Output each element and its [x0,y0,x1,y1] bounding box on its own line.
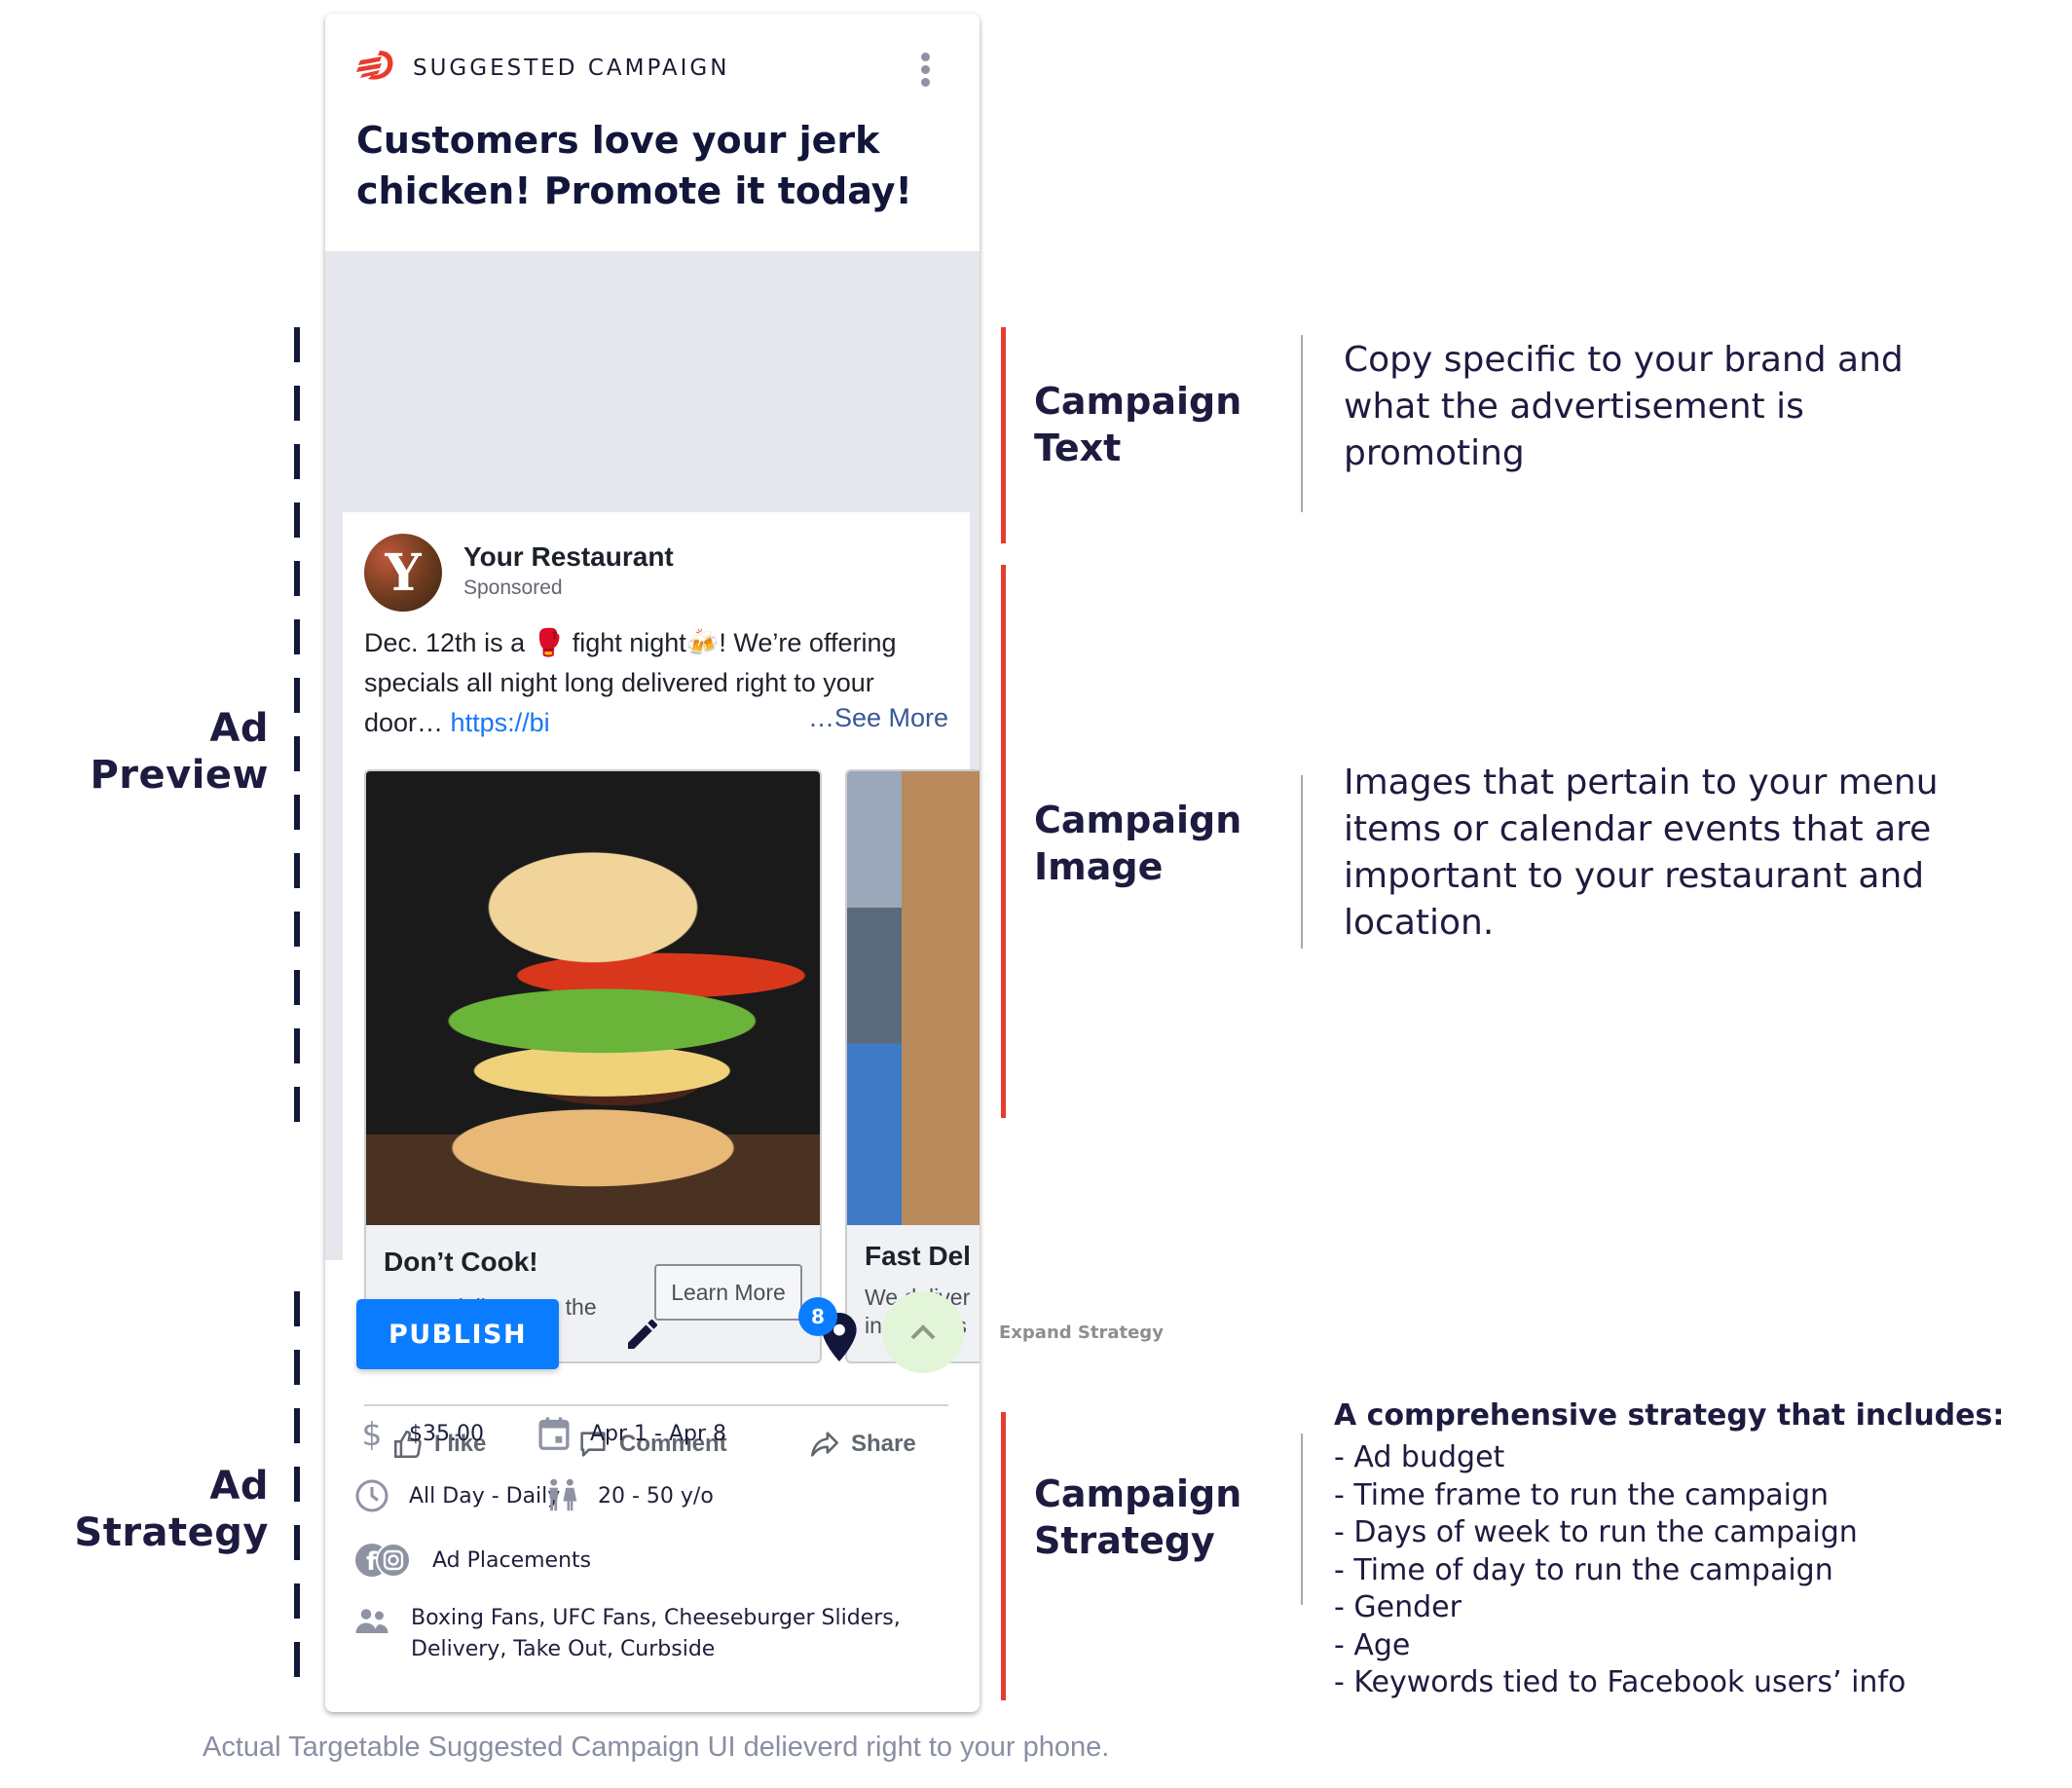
campaign-strategy-heading: A comprehensive strategy that includes: [1334,1398,2005,1433]
campaign-image-separator [1301,775,1303,949]
page-name[interactable]: Your Restaurant [463,541,674,573]
schedule-row: All Day - Daily [354,1478,560,1513]
ad-preview-label-line2: Preview [90,753,269,798]
dates-row: Apr 1 - Apr 8 [537,1416,726,1451]
campaign-text-description: Copy specific to your brand and what the… [1344,340,1904,473]
strategy-item: - Gender [1334,1590,1462,1624]
budget-value: $35.00 [409,1421,484,1446]
campaign-image-description: Images that pertain to your menu items o… [1344,763,1939,943]
carousel-card[interactable]: Don’t Cook! Let us deliver you the perfe… [364,769,822,1363]
post-divider [364,1404,948,1406]
budget-row: $ $35.00 [354,1416,484,1451]
expand-strategy-label: Expand Strategy [999,1322,1164,1343]
location-count-badge: 8 [798,1297,837,1336]
location-button[interactable]: 8 [798,1297,867,1375]
age-value: 20 - 50 y/o [598,1483,714,1509]
strategy-item: - Keywords tied to Facebook users’ info [1334,1665,1906,1699]
svg-text:$: $ [362,1416,383,1451]
burger-image [366,771,820,1225]
see-more-link[interactable]: …See More [808,703,948,733]
campaign-text-title: Campaign Text [1034,378,1241,471]
ad-strategy-label-line2: Strategy [74,1510,269,1555]
age-row: 20 - 50 y/o [545,1478,714,1513]
audience-row [354,1607,389,1636]
calendar-icon [538,1417,570,1450]
strategy-item: - Ad budget [1334,1440,1505,1474]
campaign-strategy-title-line2: Strategy [1034,1519,1215,1562]
figure-caption: Actual Targetable Suggested Campaign UI … [203,1732,1110,1763]
ad-preview-dashed-bracket [294,327,300,1134]
expand-strategy-button[interactable] [882,1291,964,1373]
campaign-text-title-line1: Campaign [1034,380,1242,423]
delivery-bag-image [847,771,980,1225]
campaign-strategy-list: - Ad budget - Time frame to run the camp… [1334,1439,1906,1702]
brand-logo-icon [356,49,397,87]
ad-strategy-dashed-bracket [294,1291,300,1681]
people-icon [355,1609,388,1633]
campaign-image-title-line2: Image [1034,845,1164,888]
strategy-item: - Time of day to run the campaign [1334,1552,1833,1587]
strategy-item: - Age [1334,1627,1411,1662]
placements-row[interactable]: f Ad Placements [354,1541,591,1580]
ad-strategy-label: Ad Strategy [58,1463,269,1556]
dollar-icon: $ [362,1416,383,1451]
campaign-image-title: Campaign Image [1034,797,1241,890]
dates-value: Apr 1 - Apr 8 [590,1421,727,1446]
gender-icon [549,1478,577,1511]
post-link[interactable]: https://bi [451,708,550,737]
avatar-letter: Y [385,542,422,603]
chevron-up-icon [910,1324,936,1340]
carousel-card[interactable]: Fast Del We deliver in 35 mins [845,769,980,1363]
campaign-text-separator [1301,335,1303,512]
share-icon [810,1432,839,1457]
card-header: SUGGESTED CAMPAIGN Customers love your j… [325,14,980,251]
sponsored-label: Sponsored [463,577,563,599]
edit-icon[interactable] [623,1315,662,1354]
placements-label: Ad Placements [432,1547,592,1573]
suggested-campaign-card: SUGGESTED CAMPAIGN Customers love your j… [325,14,980,1712]
clock-icon [355,1479,388,1512]
carousel-title: Fast Del [865,1241,971,1271]
ad-preview-label-line1: Ad [209,706,269,751]
campaign-image-title-line1: Campaign [1034,799,1242,841]
learn-more-button[interactable]: Learn More [654,1264,802,1321]
campaign-strategy-title-line1: Campaign [1034,1472,1242,1515]
campaign-image-marker [1001,565,1006,1118]
ad-preview-area: Y Your Restaurant Sponsored Dec. 12th is… [325,251,980,1482]
campaign-text-title-line2: Text [1034,427,1122,469]
campaign-strategy-marker [1001,1412,1006,1700]
campaign-text-marker [1001,327,1006,543]
facebook-instagram-icon: f [355,1543,411,1578]
share-button[interactable]: Share [808,1428,916,1461]
strategy-item: - Days of week to run the campaign [1334,1515,1858,1549]
strategy-item: - Time frame to run the campaign [1334,1477,1830,1512]
ad-preview-label: Ad Preview [58,705,269,799]
more-options-icon[interactable] [921,53,931,88]
publish-button[interactable]: PUBLISH [356,1299,559,1369]
campaign-strategy-title: Campaign Strategy [1034,1471,1241,1564]
audience-keywords: Boxing Fans, UFC Fans, Cheeseburger Slid… [411,1606,901,1661]
campaign-headline: Customers love your jerk chicken! Promot… [356,119,912,212]
brand-row: SUGGESTED CAMPAIGN [356,49,729,87]
campaign-strategy-separator [1301,1434,1303,1605]
ad-strategy-label-line1: Ad [209,1464,269,1509]
restaurant-avatar: Y [364,534,442,612]
schedule-value: All Day - Daily [409,1483,561,1509]
share-label: Share [851,1431,916,1457]
carousel-title: Don’t Cook! [384,1247,538,1277]
brand-label: SUGGESTED CAMPAIGN [413,55,730,81]
